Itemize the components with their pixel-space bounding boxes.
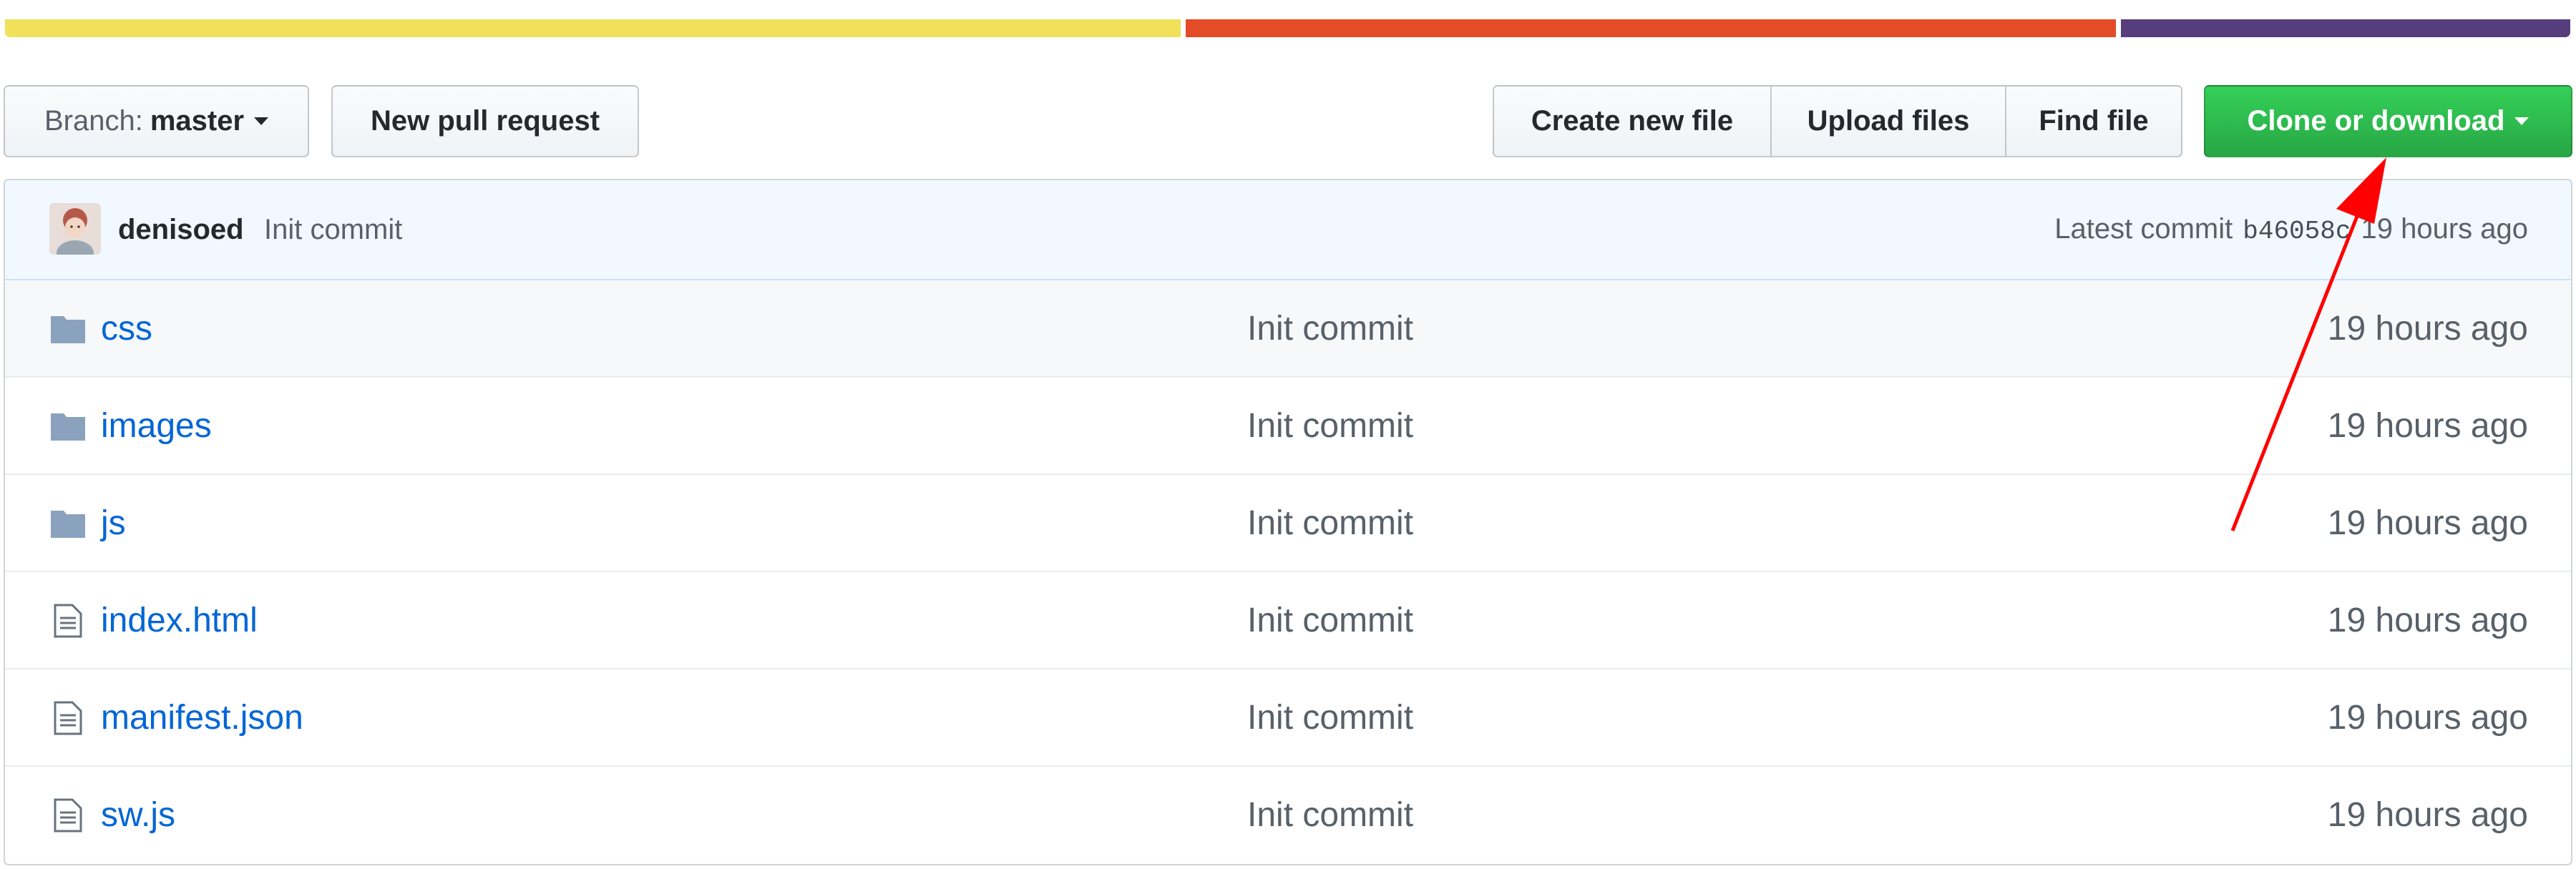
file-age: 19 hours ago	[2327, 796, 2528, 834]
file-name-link[interactable]: images	[101, 408, 212, 445]
table-row[interactable]: css Init commit 19 hours ago	[5, 280, 2571, 378]
branch-select-button[interactable]: Branch: master	[4, 85, 309, 157]
file-table: denisoed Init commit Latest commit b46058…	[4, 179, 2572, 865]
file-age: 19 hours ago	[2327, 310, 2528, 348]
file-age: 19 hours ago	[2327, 407, 2528, 445]
table-row[interactable]: index.html Init commit 19 hours ago	[5, 572, 2571, 669]
file-icon	[49, 602, 87, 639]
file-actions-group: Create new file Upload files Find file	[1493, 85, 2182, 157]
caret-down-icon	[254, 117, 269, 125]
language-segment-html[interactable]	[1185, 19, 2116, 37]
commit-author-link[interactable]: denisoed	[118, 214, 244, 246]
branch-name: master	[150, 105, 245, 137]
file-age: 19 hours ago	[2327, 602, 2528, 639]
find-file-button[interactable]: Find file	[2006, 85, 2182, 157]
repo-file-browser: Branch: master New pull request Create n…	[0, 0, 2576, 869]
commit-sha-link[interactable]: b46058c	[2243, 217, 2351, 246]
avatar[interactable]	[49, 203, 101, 255]
file-name-link[interactable]: index.html	[101, 602, 258, 639]
branch-label: Branch:	[44, 105, 143, 137]
file-age: 19 hours ago	[2327, 504, 2528, 542]
create-new-file-button[interactable]: Create new file	[1493, 85, 1772, 157]
latest-commit-label: Latest commit	[2054, 213, 2233, 245]
file-commit-message[interactable]: Init commit	[1247, 505, 1413, 542]
folder-icon	[49, 310, 87, 348]
table-row[interactable]: sw.js Init commit 19 hours ago	[5, 767, 2571, 864]
upload-files-button[interactable]: Upload files	[1772, 85, 2006, 157]
table-row[interactable]: manifest.json Init commit 19 hours ago	[5, 669, 2571, 767]
clone-or-download-button[interactable]: Clone or download	[2204, 85, 2572, 157]
folder-icon	[49, 408, 87, 445]
file-commit-message[interactable]: Init commit	[1247, 310, 1413, 348]
file-icon	[49, 699, 87, 737]
latest-commit-info: Latest commit b46058c 19 hours ago	[2054, 213, 2528, 246]
commit-age: 19 hours ago	[2361, 213, 2528, 245]
folder-icon	[49, 505, 87, 542]
file-age: 19 hours ago	[2327, 699, 2528, 737]
commit-tease: denisoed Init commit Latest commit b46058…	[5, 180, 2571, 280]
file-commit-message[interactable]: Init commit	[1247, 699, 1413, 737]
file-name-link[interactable]: css	[101, 310, 152, 348]
file-commit-message[interactable]: Init commit	[1247, 602, 1413, 639]
file-name-link[interactable]: sw.js	[101, 797, 175, 834]
file-commit-message[interactable]: Init commit	[1247, 797, 1413, 834]
language-segment-javascript[interactable]	[5, 19, 1181, 37]
language-segment-css[interactable]	[2120, 19, 2570, 37]
commit-message-link[interactable]: Init commit	[264, 214, 402, 246]
file-name-link[interactable]: js	[101, 505, 126, 542]
clone-or-download-label: Clone or download	[2247, 105, 2505, 137]
file-name-link[interactable]: manifest.json	[101, 699, 303, 737]
new-pull-request-button[interactable]: New pull request	[331, 85, 639, 157]
file-commit-message[interactable]: Init commit	[1247, 408, 1413, 445]
language-bar[interactable]	[5, 19, 2570, 37]
caret-down-icon	[2514, 117, 2529, 125]
table-row[interactable]: images Init commit 19 hours ago	[5, 378, 2571, 475]
table-row[interactable]: js Init commit 19 hours ago	[5, 475, 2571, 572]
file-icon	[49, 797, 87, 834]
